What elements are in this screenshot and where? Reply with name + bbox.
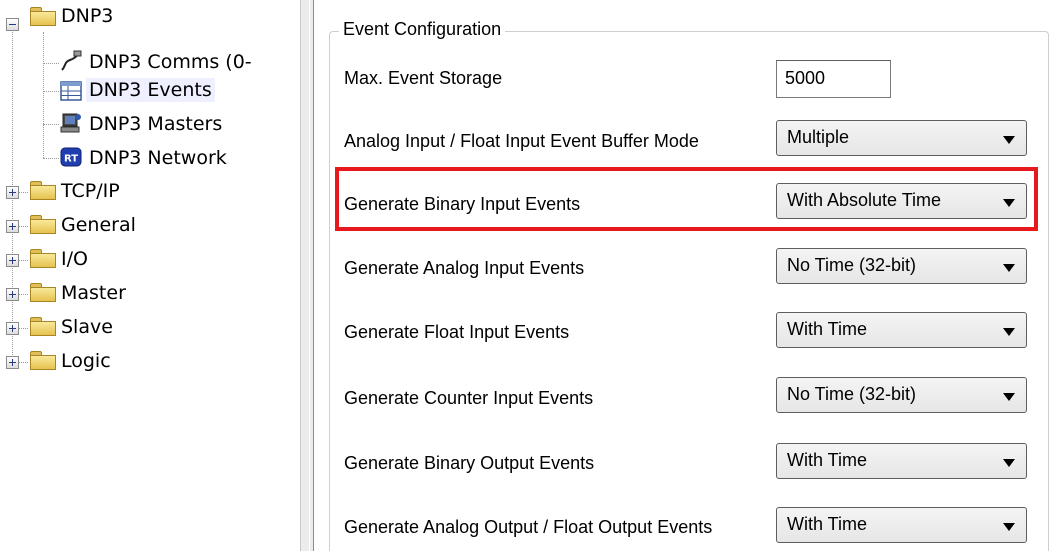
rt-icon: RT [60,147,82,167]
folder-icon [30,249,56,268]
binary-input-events-label: Generate Binary Input Events [344,194,581,214]
event-configuration-panel: Event Configuration Max. Event Storage 5… [314,0,1053,551]
float-input-events-label: Generate Float Input Events [344,322,570,342]
tree-item-label: DNP3 [61,5,114,27]
tree-item-dnp3-network[interactable]: DNP3 Network [86,143,230,173]
max-event-storage-input[interactable]: 5000 [776,60,891,98]
tree-item-label: Logic [61,350,111,372]
tree-item-label: General [61,214,136,236]
tree-item-dnp3-comms[interactable]: DNP3 Comms (0- [86,47,255,77]
max-event-storage-value: 5000 [785,68,826,88]
counter-input-events-select[interactable]: No Time (32-bit) [776,377,1027,413]
folder-icon [30,283,56,302]
analog-output-events-select[interactable]: With Time [776,507,1027,543]
binary-output-events-value: With Time [787,450,868,470]
tree-item-label: DNP3 Network [89,147,227,169]
chevron-down-icon [1003,523,1015,531]
tree-item-label: DNP3 Events [86,78,215,102]
tree-item-label: Slave [61,316,113,338]
svg-text:RT: RT [64,154,78,165]
tree-item-master[interactable]: Master [58,278,129,308]
tree-item-slave[interactable]: Slave [58,312,116,342]
expand-slave-icon[interactable] [6,322,19,335]
folder-icon [30,7,56,26]
panel-splitter[interactable] [300,0,314,551]
tree-item-dnp3[interactable]: DNP3 [58,1,116,31]
float-input-events-value: With Time [787,319,868,339]
tree-item-label: Master [61,282,126,304]
counter-input-events-value: No Time (32-bit) [787,384,917,404]
buffer-mode-value: Multiple [787,127,850,147]
tree-item-label: DNP3 Masters [89,113,223,135]
chevron-down-icon [1003,264,1015,272]
binary-output-events-label: Generate Binary Output Events [344,453,595,473]
counter-input-events-label: Generate Counter Input Events [344,388,594,408]
analog-input-events-value: No Time (32-bit) [787,255,917,275]
analog-output-events-label: Generate Analog Output / Float Output Ev… [344,517,713,537]
tree-item-label: TCP/IP [61,180,120,202]
expand-logic-icon[interactable] [6,356,19,369]
group-title: Event Configuration [339,19,506,40]
tree-item-label: I/O [61,248,88,270]
tree-item-dnp3-masters[interactable]: DNP3 Masters [86,109,225,139]
tree-item-general[interactable]: General [58,210,139,240]
chevron-down-icon [1003,328,1015,336]
table-icon [60,81,82,101]
expand-tcpip-icon[interactable] [6,186,19,199]
navigation-tree: DNP3 DNP3 Comms (0- DNP3 Events DNP3 Mas… [0,0,300,551]
cable-icon [61,50,82,71]
tree-connector [43,63,59,64]
tree-connector [43,91,59,92]
tree-item-logic[interactable]: Logic [58,346,114,376]
folder-icon [30,215,56,234]
chevron-down-icon [1003,199,1015,207]
tree-item-label: DNP3 Comms (0- [89,51,252,73]
folder-icon [30,351,56,370]
buffer-mode-label: Analog Input / Float Input Event Buffer … [344,131,699,151]
computer-icon [60,113,81,133]
analog-input-events-label: Generate Analog Input Events [344,258,585,278]
max-event-storage-label: Max. Event Storage [344,68,503,88]
chevron-down-icon [1003,136,1015,144]
expand-general-icon[interactable] [6,220,19,233]
tree-item-tcpip[interactable]: TCP/IP [58,176,123,206]
chevron-down-icon [1003,459,1015,467]
expand-master-icon[interactable] [6,288,19,301]
binary-input-events-value: With Absolute Time [787,190,942,210]
folder-icon [30,317,56,336]
analog-output-events-value: With Time [787,514,868,534]
binary-input-events-select[interactable]: With Absolute Time [776,183,1027,219]
tree-connector [43,32,44,158]
tree-connector [43,158,59,159]
analog-input-events-select[interactable]: No Time (32-bit) [776,248,1027,284]
folder-icon [30,181,56,200]
expand-io-icon[interactable] [6,254,19,267]
float-input-events-select[interactable]: With Time [776,312,1027,348]
binary-output-events-select[interactable]: With Time [776,443,1027,479]
tree-item-io[interactable]: I/O [58,244,91,274]
collapse-dnp3-icon[interactable] [6,18,19,31]
tree-item-dnp3-events[interactable]: DNP3 Events [86,75,215,105]
buffer-mode-select[interactable]: Multiple [776,120,1027,156]
chevron-down-icon [1003,393,1015,401]
tree-connector [43,124,59,125]
